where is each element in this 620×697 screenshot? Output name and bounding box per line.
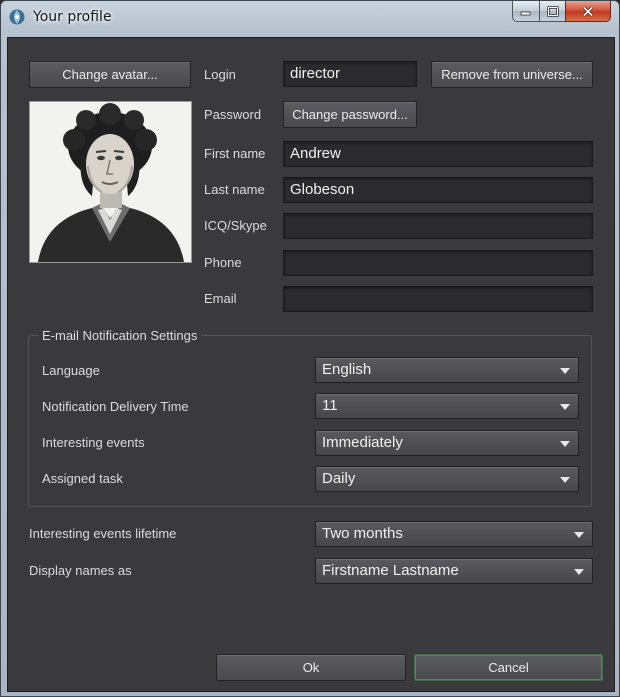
close-icon (582, 5, 594, 17)
password-label: Password (204, 107, 262, 122)
interesting-events-label: Interesting events (42, 435, 145, 450)
display-names-label: Display names as (29, 563, 132, 578)
remove-from-universe-button[interactable]: Remove from universe... (431, 61, 593, 88)
delivery-time-select-value: 11 (322, 397, 338, 414)
login-field[interactable]: director (283, 61, 417, 87)
first-name-field[interactable]: Andrew (283, 141, 593, 167)
language-select[interactable]: English (315, 357, 579, 383)
dialog-client-area: Change avatar... Login director Remove f… (7, 37, 615, 692)
window-title: Your profile (33, 9, 112, 25)
delivery-time-select[interactable]: 11 (315, 393, 579, 419)
phone-label: Phone (204, 255, 242, 270)
phone-field[interactable] (283, 250, 593, 276)
last-name-field[interactable]: Globeson (283, 177, 593, 203)
maximize-button[interactable] (539, 1, 565, 22)
window-frame: Your profile Change avatar... Login dire… (0, 0, 620, 697)
events-lifetime-select-value: Two months (322, 525, 403, 542)
delivery-time-label: Notification Delivery Time (42, 399, 189, 414)
icq-skype-field[interactable] (283, 213, 593, 239)
assigned-task-select[interactable]: Daily (315, 466, 579, 492)
login-label: Login (204, 67, 236, 82)
chevron-down-icon (560, 368, 570, 374)
assigned-task-select-value: Daily (322, 470, 356, 487)
chevron-down-icon (574, 532, 584, 538)
email-notification-group-title: E-mail Notification Settings (38, 328, 202, 343)
email-field[interactable] (283, 286, 593, 312)
chevron-down-icon (560, 441, 570, 447)
icq-skype-label: ICQ/Skype (204, 218, 267, 233)
events-lifetime-select[interactable]: Two months (315, 521, 593, 547)
email-label: Email (204, 291, 237, 306)
assigned-task-label: Assigned task (42, 471, 123, 486)
ok-button[interactable]: Ok (216, 654, 406, 681)
app-logo-icon (9, 9, 25, 25)
cancel-button[interactable]: Cancel (414, 654, 603, 681)
events-lifetime-label: Interesting events lifetime (29, 526, 177, 541)
interesting-events-select[interactable]: Immediately (315, 430, 579, 456)
chevron-down-icon (560, 404, 570, 410)
close-button[interactable] (565, 1, 611, 22)
avatar-image[interactable] (29, 101, 192, 263)
maximize-icon (546, 5, 559, 17)
change-password-button[interactable]: Change password... (283, 101, 417, 128)
chevron-down-icon (574, 569, 584, 575)
last-name-label: Last name (204, 182, 265, 197)
title-bar[interactable]: Your profile (1, 1, 619, 35)
language-label: Language (42, 363, 100, 378)
interesting-events-select-value: Immediately (322, 434, 403, 451)
portrait-image (30, 102, 191, 262)
change-avatar-button[interactable]: Change avatar... (29, 61, 191, 88)
minimize-button[interactable] (512, 1, 539, 22)
chevron-down-icon (560, 477, 570, 483)
window-controls (512, 1, 611, 22)
display-names-select[interactable]: Firstname Lastname (315, 558, 593, 584)
first-name-label: First name (204, 146, 266, 161)
display-names-select-value: Firstname Lastname (322, 562, 459, 579)
language-select-value: English (322, 361, 372, 378)
minimize-icon (520, 11, 531, 16)
